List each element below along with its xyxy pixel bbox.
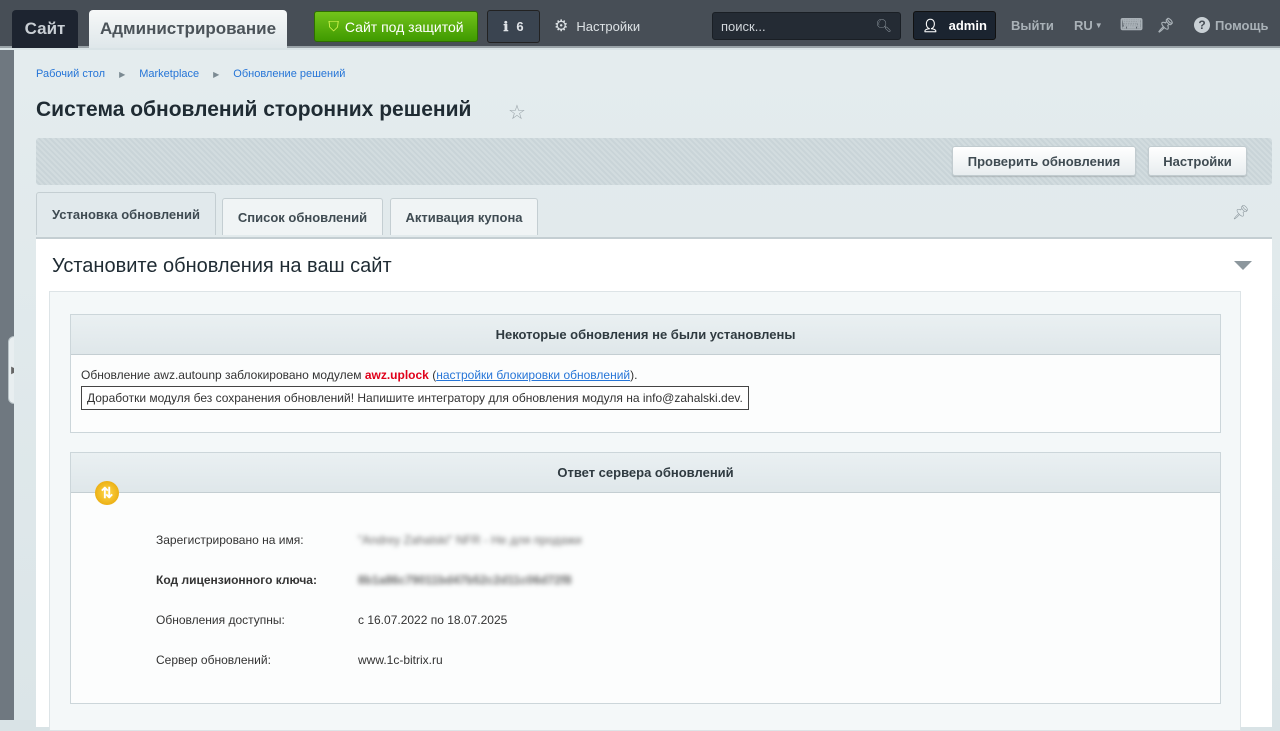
tab-updates-list[interactable]: Список обновлений (222, 198, 383, 235)
logout-link[interactable]: Выйти (1011, 14, 1054, 36)
warning-header: Некоторые обновления не были установлены (71, 315, 1220, 355)
toolbar: Проверить обновления Настройки (36, 138, 1272, 185)
pin-tabs-icon[interactable]: 📌︎ (1232, 204, 1250, 221)
chevron-right-icon: ▶ (119, 70, 125, 79)
tab-coupon-activation[interactable]: Активация купона (390, 198, 538, 235)
warning-box: Некоторые обновления не были установлены… (70, 314, 1221, 433)
chevron-down-icon: ▼ (1095, 21, 1103, 30)
breadcrumb-marketplace[interactable]: Marketplace (139, 68, 199, 80)
info-icon: ℹ (503, 19, 508, 35)
user-icon: 👤︎ (922, 18, 939, 34)
install-updates-panel: Установите обновления на ваш сайт Некото… (36, 237, 1272, 727)
keyboard-icon[interactable]: ⌨ (1120, 14, 1143, 36)
warning-message: Обновление awz.autounp заблокировано мод… (71, 355, 1220, 382)
collapse-arrow-icon[interactable] (1234, 261, 1252, 270)
notifications-count: 6 (516, 19, 523, 34)
language-label: RU (1074, 18, 1093, 33)
license-key-label: Код лицензионного ключа: (156, 573, 317, 587)
warning-note: Доработки модуля без сохранения обновлен… (81, 386, 749, 410)
help-link[interactable]: ? Помощь (1194, 14, 1268, 36)
update-arrows-icon: ⇅ (95, 481, 119, 505)
breadcrumb-desktop[interactable]: Рабочий стол (36, 68, 105, 80)
gear-icon: ⚙ (554, 16, 568, 36)
update-server-label: Сервер обновлений: (156, 653, 271, 667)
search-input[interactable] (721, 19, 861, 34)
settings-label: Настройки (576, 19, 640, 34)
notifications-button[interactable]: ℹ6 (487, 10, 540, 43)
user-button[interactable]: 👤︎ admin (913, 11, 996, 40)
chevron-right-icon: ▶ (213, 70, 219, 79)
language-select[interactable]: RU▼ (1074, 14, 1103, 36)
panel-title: Установите обновления на ваш сайт (52, 255, 392, 278)
help-icon: ? (1194, 17, 1210, 33)
registered-name-label: Зарегистрировано на имя: (156, 533, 304, 547)
tab-site[interactable]: Сайт (12, 10, 78, 48)
settings-button[interactable]: Настройки (1148, 146, 1247, 176)
registered-name-value: "Andrey Zahalski" NFR - Не для продажи (358, 533, 582, 547)
updates-available-value: с 16.07.2022 по 18.07.2025 (358, 613, 507, 627)
main-content: Рабочий стол ▶ Marketplace ▶ Обновление ре… (14, 50, 1280, 720)
protection-label: Сайт под защитой (345, 19, 464, 35)
shield-icon: ⛉ (328, 18, 339, 35)
settings-link[interactable]: ⚙ Настройки (554, 14, 640, 38)
lock-settings-link[interactable]: настройки блокировки обновлений (436, 368, 630, 382)
pin-icon[interactable]: 📌︎ (1157, 14, 1175, 36)
paren-close: ). (630, 368, 637, 382)
blocking-module: awz.uplock (365, 368, 429, 382)
server-response-box: Ответ сервера обновлений ⇅ Зарегистриров… (70, 452, 1221, 704)
warning-text: Обновление awz.autounp заблокировано мод… (81, 368, 365, 382)
search-box: 🔍︎ (712, 12, 901, 40)
update-server-value: www.1c-bitrix.ru (358, 653, 443, 667)
server-response-header: Ответ сервера обновлений (71, 453, 1220, 493)
panel-body: Некоторые обновления не были установлены… (49, 291, 1241, 731)
user-name: admin (949, 18, 987, 33)
admin-top-panel: Сайт Администрирование ⛉ Сайт под защитой… (0, 0, 1280, 48)
breadcrumb: Рабочий стол ▶ Marketplace ▶ Обновление ре… (36, 68, 345, 80)
breadcrumb-updates[interactable]: Обновление решений (233, 68, 345, 80)
site-protection-button[interactable]: ⛉ Сайт под защитой (314, 11, 478, 42)
license-key-value: 8b1a86c79011bd47b52c2d11c06d72f8 (358, 573, 572, 587)
check-updates-button[interactable]: Проверить обновления (952, 146, 1136, 176)
updates-available-label: Обновления доступны: (156, 613, 285, 627)
help-label: Помощь (1215, 18, 1268, 33)
tab-administration[interactable]: Администрирование (89, 10, 287, 48)
favorite-star-icon[interactable]: ☆ (508, 100, 526, 125)
page-title: Система обновлений сторонних решений (36, 98, 471, 122)
search-icon[interactable]: 🔍︎ (875, 18, 892, 34)
tab-install-updates[interactable]: Установка обновлений (36, 192, 216, 235)
